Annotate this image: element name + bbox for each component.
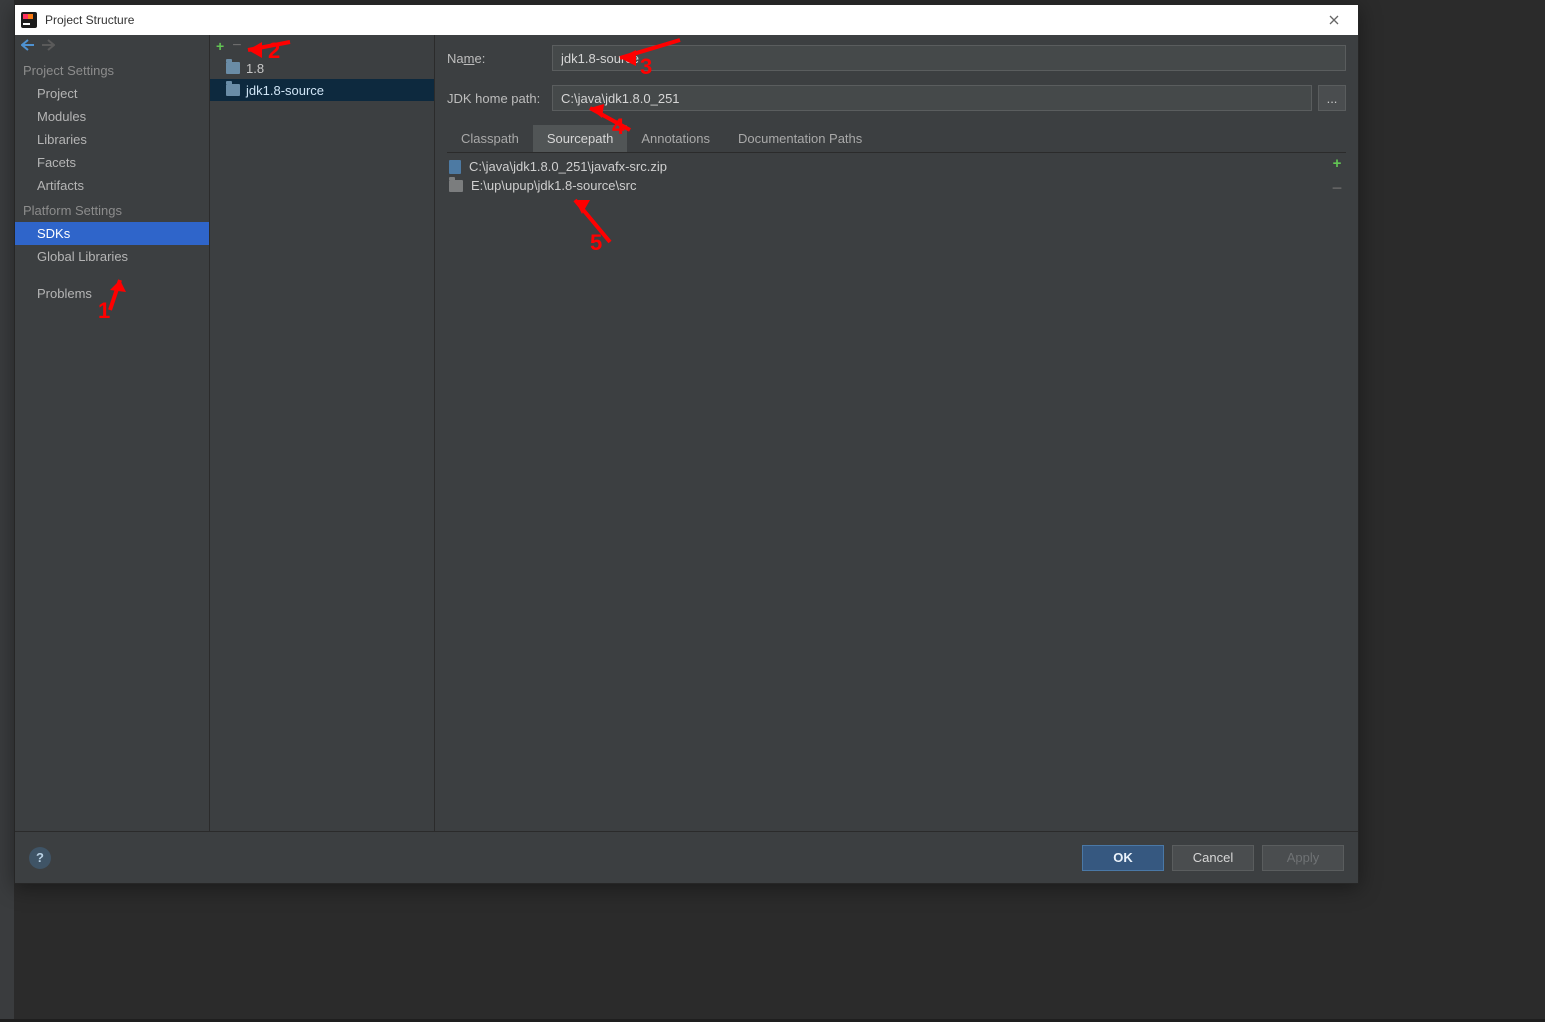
home-path-input[interactable] <box>552 85 1312 111</box>
sdk-item-label: 1.8 <box>246 61 264 76</box>
nav-item-artifacts[interactable]: Artifacts <box>15 174 209 197</box>
nav-item-problems[interactable]: Problems <box>15 282 209 305</box>
project-structure-dialog: Project Structure Project Settings Proje… <box>14 4 1359 884</box>
nav-back-icon[interactable] <box>21 39 35 54</box>
help-button[interactable]: ? <box>29 847 51 869</box>
tab-sourcepath[interactable]: Sourcepath <box>533 125 628 152</box>
tab-documentation-paths[interactable]: Documentation Paths <box>724 125 876 152</box>
nav-item-sdks[interactable]: SDKs <box>15 222 209 245</box>
source-entry[interactable]: C:\java\jdk1.8.0_251\javafx-src.zip <box>447 157 1346 176</box>
window-title: Project Structure <box>45 13 1318 27</box>
tab-annotations[interactable]: Annotations <box>627 125 724 152</box>
apply-button[interactable]: Apply <box>1262 845 1344 871</box>
folder-icon <box>449 180 463 192</box>
sdk-tabs: Classpath Sourcepath Annotations Documen… <box>447 125 1346 153</box>
dialog-footer: ? OK Cancel Apply <box>15 831 1358 883</box>
titlebar: Project Structure <box>15 5 1358 35</box>
archive-icon <box>449 160 461 174</box>
browse-home-button[interactable]: ... <box>1318 85 1346 111</box>
source-entry[interactable]: E:\up\upup\jdk1.8-source\src <box>447 176 1346 195</box>
nav-group-header: Project Settings <box>15 57 209 82</box>
name-label: Name: <box>447 51 542 66</box>
sdk-item-label: jdk1.8-source <box>246 83 324 98</box>
sdk-item[interactable]: jdk1.8-source <box>210 79 434 101</box>
tab-classpath[interactable]: Classpath <box>447 125 533 152</box>
nav-group-header: Platform Settings <box>15 197 209 222</box>
sdk-folder-icon <box>226 62 240 74</box>
ok-button[interactable]: OK <box>1082 845 1164 871</box>
sdk-list-panel: + − 1.8 jdk1.8-source <box>210 35 435 831</box>
nav-forward-icon <box>41 39 55 54</box>
remove-source-icon[interactable]: − <box>1328 178 1346 199</box>
nav-item-libraries[interactable]: Libraries <box>15 128 209 151</box>
sdk-item[interactable]: 1.8 <box>210 57 434 79</box>
add-source-icon[interactable]: + <box>1328 155 1346 172</box>
cancel-button[interactable]: Cancel <box>1172 845 1254 871</box>
source-entry-path: E:\up\upup\jdk1.8-source\src <box>471 178 636 193</box>
home-path-label: JDK home path: <box>447 91 542 106</box>
nav-item-project[interactable]: Project <box>15 82 209 105</box>
nav-item-modules[interactable]: Modules <box>15 105 209 128</box>
nav-item-facets[interactable]: Facets <box>15 151 209 174</box>
sdk-folder-icon <box>226 84 240 96</box>
settings-nav: Project Settings Project Modules Librari… <box>15 35 210 831</box>
add-sdk-icon[interactable]: + <box>216 38 224 54</box>
name-input[interactable] <box>552 45 1346 71</box>
remove-sdk-icon[interactable]: − <box>232 37 241 55</box>
sourcepath-body: C:\java\jdk1.8.0_251\javafx-src.zip E:\u… <box>447 153 1346 831</box>
window-close-button[interactable] <box>1318 6 1350 34</box>
nav-item-global-libraries[interactable]: Global Libraries <box>15 245 209 268</box>
intellij-icon <box>21 12 37 28</box>
sdk-detail-panel: Name: JDK home path: ... Classpath Sourc… <box>435 35 1358 831</box>
source-entry-path: C:\java\jdk1.8.0_251\javafx-src.zip <box>469 159 667 174</box>
